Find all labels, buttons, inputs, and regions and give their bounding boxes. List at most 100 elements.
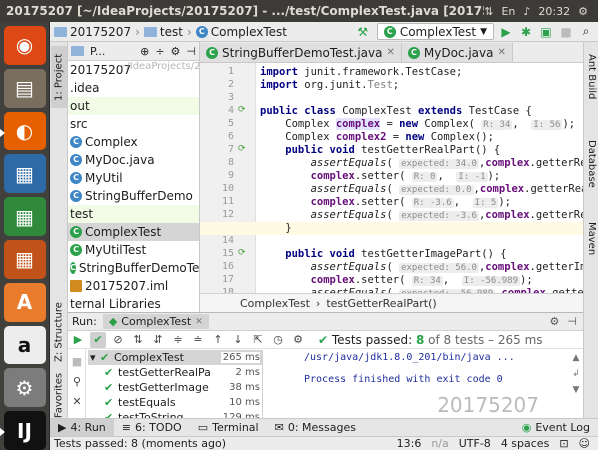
console-output[interactable]: /usr/java/jdk1.8.0_201/bin/java ... Proc… [264, 350, 569, 419]
chevron-down-icon[interactable]: ▾ [90, 351, 100, 364]
globe-icon[interactable]: ⊕ [140, 45, 149, 58]
tree-item[interactable]: C Complex [68, 133, 199, 151]
scroll-up-icon[interactable]: ▲ [573, 353, 580, 363]
close-icon[interactable]: ✕ [69, 393, 85, 409]
next-icon[interactable]: ↓ [230, 332, 246, 348]
launcher-calc[interactable]: ▦ [3, 197, 46, 236]
input-method-indicator[interactable]: En [501, 5, 515, 18]
wrap-icon[interactable]: ↲ [572, 369, 580, 379]
pin-icon[interactable]: ⚲ [69, 373, 85, 389]
file-encoding[interactable]: UTF-8 [459, 437, 491, 450]
close-icon[interactable]: ✕ [386, 47, 394, 58]
tree-item[interactable]: out [68, 97, 199, 115]
tab-database[interactable]: Database [584, 138, 598, 190]
tree-item[interactable]: .idea [68, 79, 199, 97]
run-test-gutter-icon[interactable]: ⟳ [238, 144, 246, 154]
close-icon[interactable]: ✕ [195, 317, 203, 327]
launcher-intellij[interactable]: IJ [0, 411, 46, 450]
tree-item[interactable]: test [68, 205, 199, 223]
nav-file[interactable]: C ComplexTest [192, 25, 291, 39]
run-test-gutter-icon[interactable]: ⟳ [238, 248, 246, 258]
launcher-writer[interactable]: ▦ [3, 154, 46, 194]
gear-icon[interactable]: ⚙ [171, 45, 181, 58]
editor-tab[interactable]: C StringBufferDemoTest.java ✕ [200, 43, 402, 62]
tree-item[interactable]: 20175207.iml [68, 277, 199, 295]
indent-setting[interactable]: 4 spaces [501, 437, 550, 450]
tab-project[interactable]: 1: Project [51, 46, 67, 108]
run-test-gutter-icon[interactable]: ⟳ [238, 105, 246, 115]
launcher-files[interactable]: ▤ [3, 68, 46, 108]
bottom-tab[interactable]: ▭ Terminal [190, 419, 267, 437]
show-ignored-icon[interactable]: ⊘ [110, 332, 126, 348]
tree-item[interactable]: C MyUtil [68, 169, 199, 187]
test-row[interactable]: ✔ testGetterImage 38 ms [88, 380, 262, 395]
tree-item[interactable]: C StringBufferDemoTest [68, 259, 199, 277]
launcher-system-settings[interactable]: ⚙ [3, 368, 46, 408]
hammer-icon[interactable]: ⚒ [355, 25, 371, 39]
gear-icon[interactable]: ⚙ [550, 315, 560, 328]
power-gear-icon[interactable]: ⚙ [578, 5, 588, 18]
tree-item[interactable]: ternal Libraries [68, 295, 199, 312]
wifi-icon[interactable]: ⇅ [484, 5, 493, 18]
tree-item[interactable]: src [68, 115, 199, 133]
bottom-tab[interactable]: ▶ 4: Run [50, 418, 114, 437]
tree-item[interactable]: C ComplexTest [68, 223, 199, 241]
lock-icon[interactable]: ⊡ [559, 437, 568, 450]
sort-duration-icon[interactable]: ⇵ [150, 332, 166, 348]
tree-item[interactable]: C MyDoc.java [68, 151, 199, 169]
tab-structure[interactable]: Z: Structure [51, 297, 67, 367]
launcher-firefox[interactable]: ◐ [0, 111, 46, 151]
editor-tab[interactable]: C MyDoc.java ✕ [401, 43, 513, 62]
scroll-down-icon[interactable]: ▼ [573, 385, 580, 395]
test-row[interactable]: ▾ ✔ ComplexTest 265 ms [88, 350, 262, 365]
settings-icon[interactable]: ⚙ [290, 332, 306, 348]
nav-project[interactable]: 20175207 [50, 25, 135, 39]
close-icon[interactable]: ✕ [497, 47, 505, 58]
run-tab[interactable]: ◆ ComplexTest ✕ [102, 314, 209, 329]
caret-position[interactable]: 13:6 [397, 437, 422, 450]
tab-ant-build[interactable]: Ant Build [584, 48, 598, 106]
previous-icon[interactable]: ↑ [210, 332, 226, 348]
sort-alpha-icon[interactable]: ⇅ [130, 332, 146, 348]
hide-icon[interactable]: ⊣ [567, 315, 577, 328]
test-row[interactable]: ✔ testGetterRealPa 2 ms [88, 365, 262, 380]
code-token: , [512, 118, 532, 130]
bottom-tab[interactable]: ✉ 0: Messages [267, 419, 364, 437]
launcher-software-center[interactable]: A [3, 282, 46, 322]
show-passed-icon[interactable]: ✔ [90, 331, 106, 348]
nav-dir[interactable]: test [140, 25, 187, 39]
coverage-icon[interactable]: ▣ [538, 25, 554, 39]
rerun-icon[interactable]: ▶ [70, 332, 86, 348]
stop-icon[interactable]: ■ [69, 353, 85, 369]
clock[interactable]: 20:32 [538, 5, 570, 18]
volume-icon[interactable]: ♪ [523, 5, 530, 18]
debug-icon[interactable]: ✱ [518, 25, 534, 39]
project-view-selector[interactable]: P... [90, 45, 134, 58]
inspector-icon[interactable]: ☺ [579, 437, 590, 450]
collapse-all-icon[interactable]: ≐ [190, 332, 206, 348]
stop-icon[interactable]: ■ [558, 25, 574, 39]
event-log-tab[interactable]: ◉ Event Log [514, 419, 598, 437]
launcher-impress[interactable]: ▦ [3, 239, 46, 279]
breadcrumb-method[interactable]: testGetterRealPart() [326, 297, 436, 310]
tree-item[interactable]: C MyUtilTest [68, 241, 199, 259]
test-row[interactable]: ✔ testEquals 10 ms [88, 395, 262, 410]
collapse-icon[interactable]: ÷ [155, 45, 164, 58]
bottom-tab[interactable]: ≡ 6: TODO [114, 419, 190, 437]
tree-item[interactable]: C StringBufferDemo [68, 187, 199, 205]
run-config-dropdown[interactable]: C ComplexTest ▼ [376, 23, 494, 40]
status-message[interactable]: Tests passed: 8 (moments ago) [54, 437, 226, 450]
search-icon[interactable]: ⌕ [578, 24, 594, 39]
launcher-ubuntu-dash[interactable]: ◉ [3, 26, 46, 65]
tab-maven[interactable]: Maven [584, 218, 598, 260]
launcher-amazon[interactable]: a [3, 325, 46, 365]
expand-all-icon[interactable]: ≑ [170, 332, 186, 348]
line-separator[interactable]: n/a [431, 437, 448, 450]
amazon-icon: a [17, 332, 32, 357]
hide-icon[interactable]: ⊣ [186, 45, 196, 58]
breadcrumb-class[interactable]: ComplexTest [240, 297, 310, 310]
run-icon[interactable]: ▶ [498, 25, 514, 39]
export-icon[interactable]: ⇱ [250, 332, 266, 348]
code-editor[interactable]: 12345678910111213141516171819⟳⟳⟳ import … [200, 63, 583, 293]
history-icon[interactable]: ◷ [270, 332, 286, 348]
